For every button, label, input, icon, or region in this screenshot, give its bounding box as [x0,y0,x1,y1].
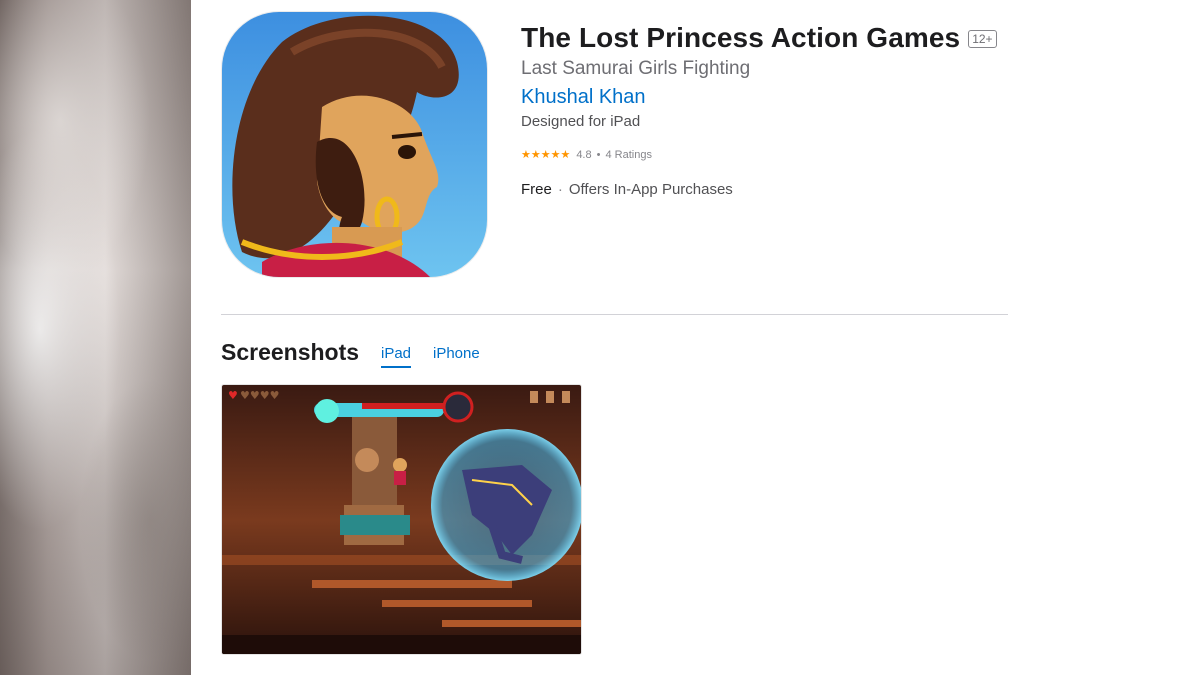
rating-row: ★★★★★ 4.8 • 4 Ratings [521,148,652,162]
price-label: Free [521,181,552,198]
price-row: Free · Offers In-App Purchases [521,181,733,198]
rating-separator: • [596,148,601,161]
screenshots-heading: Screenshots [221,339,360,365]
tab-iphone[interactable]: iPhone [433,345,480,366]
section-divider [221,314,1008,315]
star-rating-icon: ★★★★★ [521,149,571,161]
app-title-row: The Lost Princess Action Games 12+ [521,22,997,54]
svg-text:♥♥♥♥: ♥♥♥♥ [240,389,279,402]
game-screenshot[interactable]: ♥ ♥♥♥♥ [221,384,582,655]
app-title: The Lost Princess Action Games [521,22,961,53]
in-app-purchases-label: Offers In-App Purchases [568,181,733,198]
designed-for-label: Designed for iPad [521,113,641,130]
app-icon [221,11,488,278]
rating-count: 4 Ratings [605,148,652,161]
price-separator: · [557,181,563,198]
age-rating-badge: 12+ [968,30,997,48]
developer-link[interactable]: Khushal Khan [521,86,646,109]
app-subtitle: Last Samurai Girls Fighting [521,58,751,79]
tab-ipad[interactable]: iPad [381,345,412,368]
blurred-background [0,0,191,675]
svg-text:♥: ♥ [228,389,238,402]
rating-value: 4.8 [576,148,592,161]
